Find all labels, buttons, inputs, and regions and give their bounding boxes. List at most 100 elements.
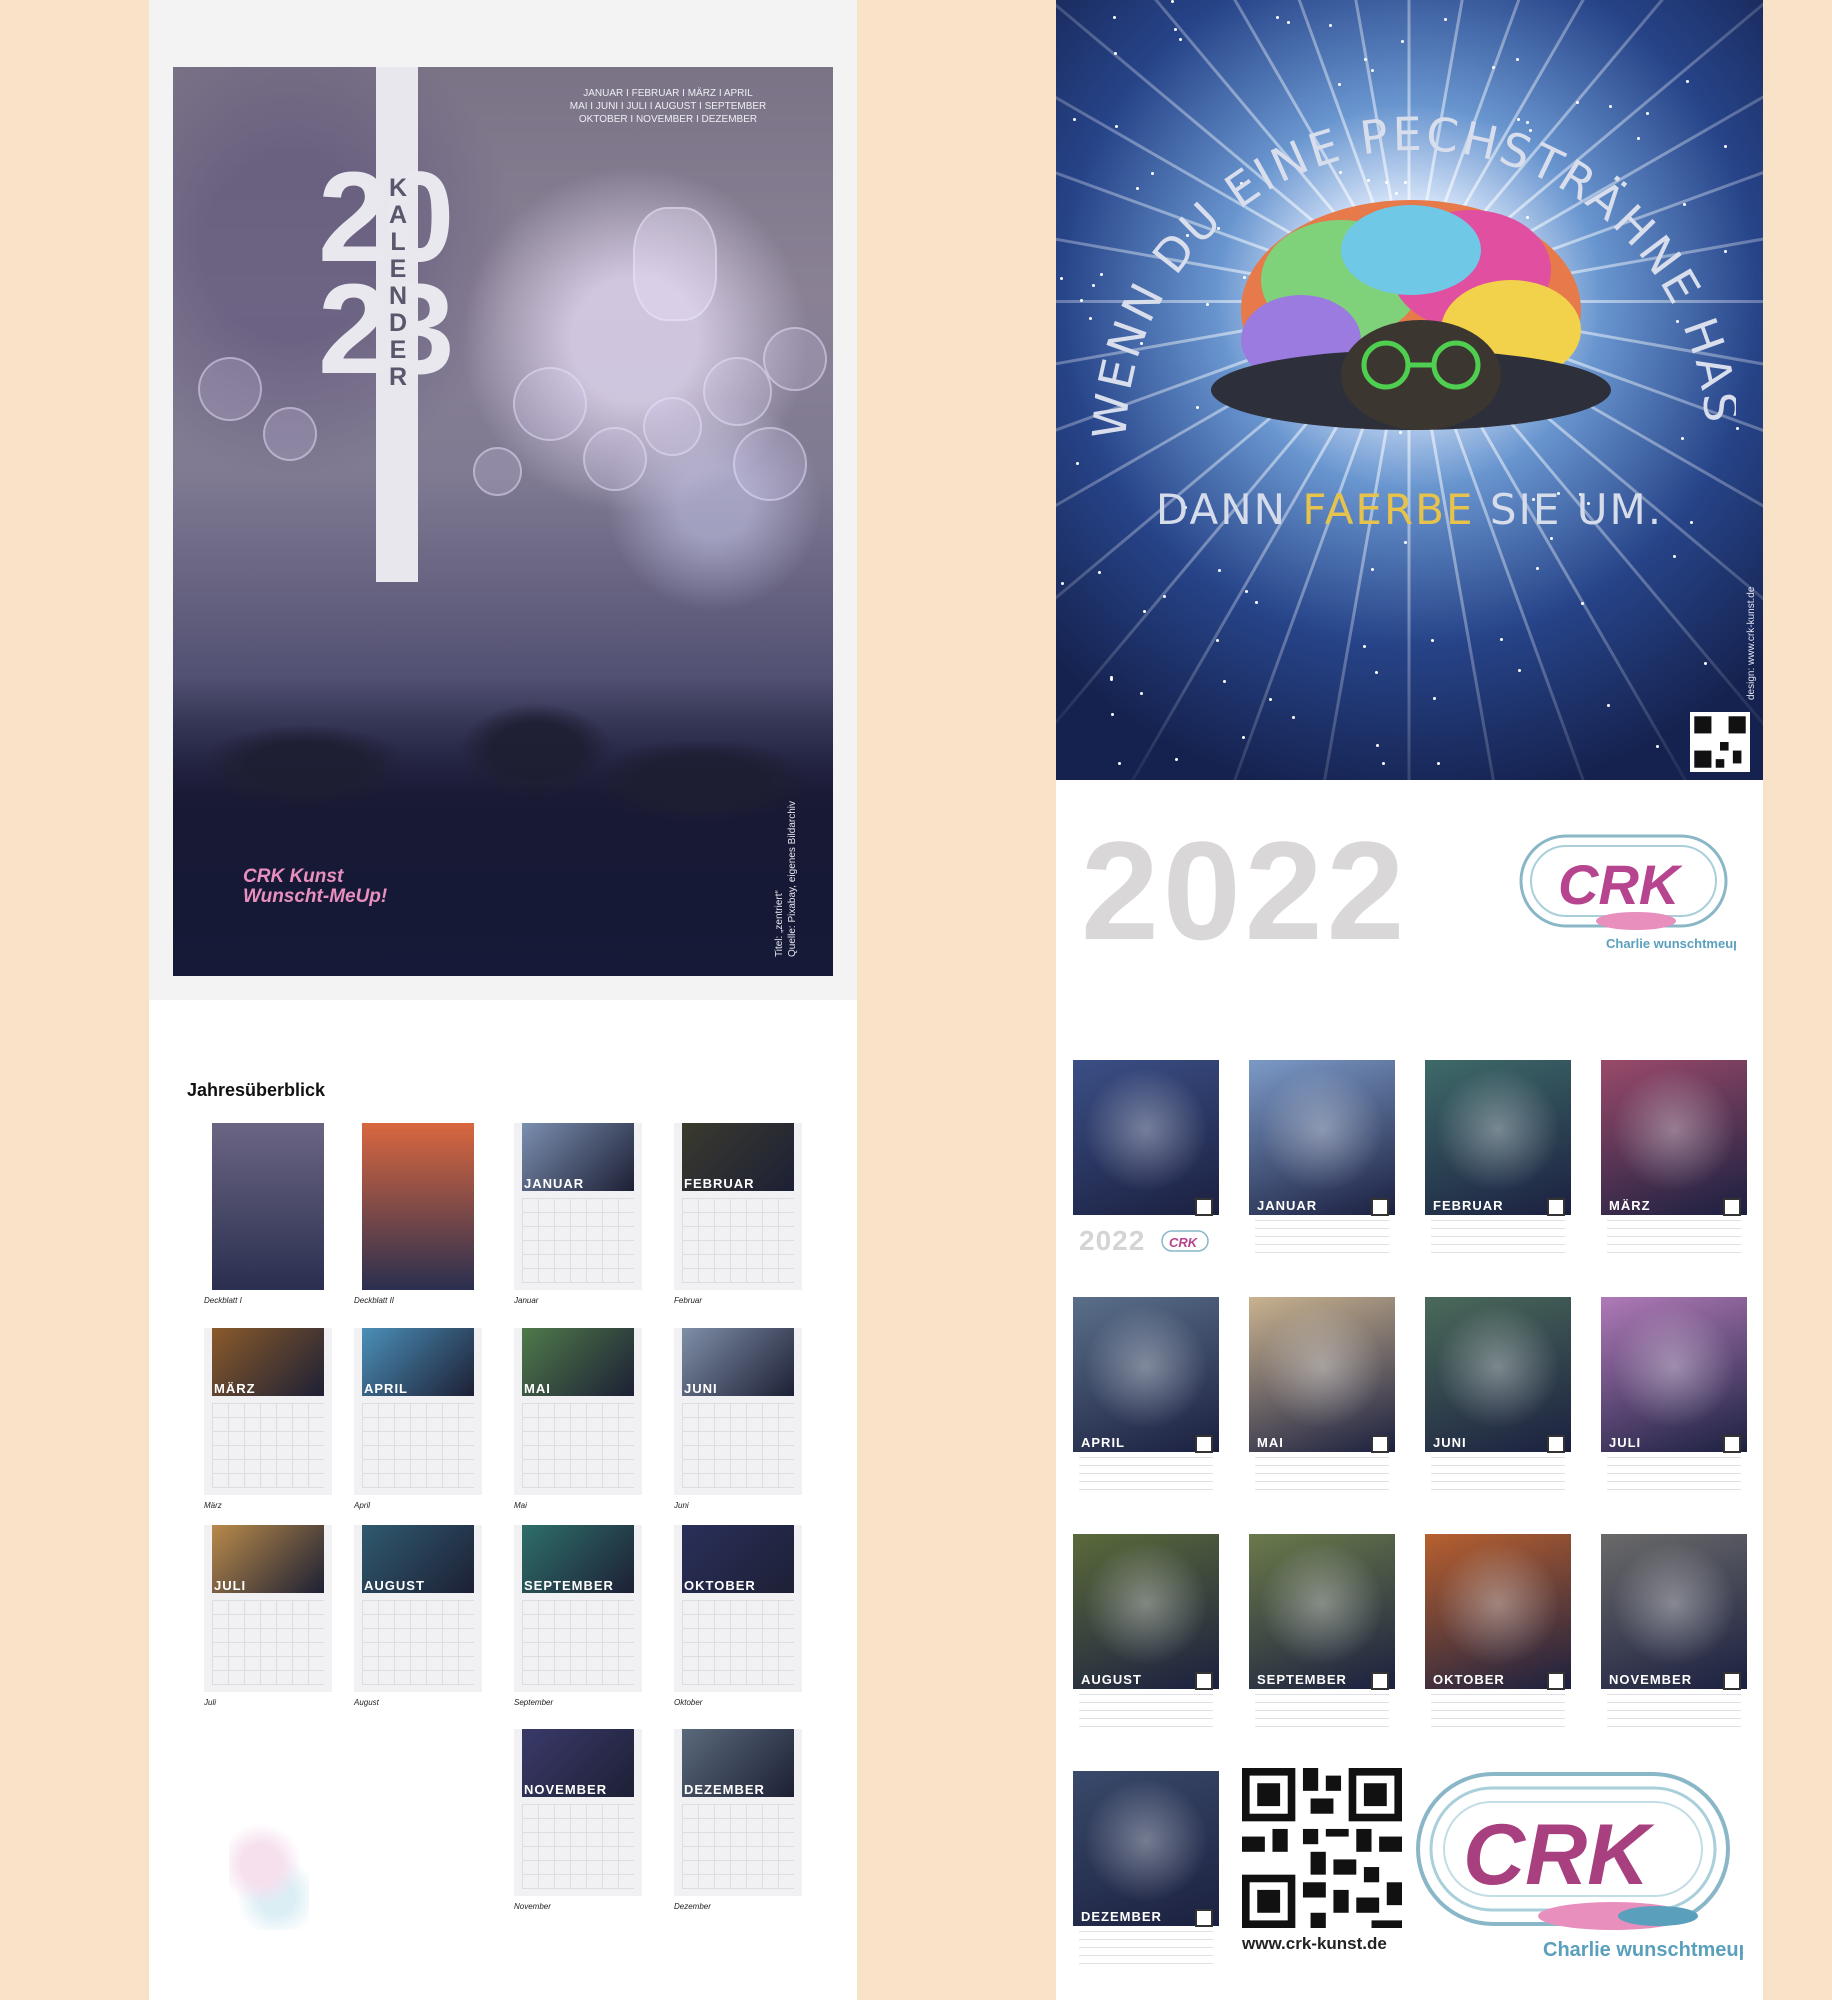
star bbox=[1111, 713, 1114, 716]
thumbnail-caption: April bbox=[354, 1501, 371, 1510]
thumbnail-cover-image bbox=[212, 1123, 324, 1290]
calendar-page-date-rows bbox=[1431, 1694, 1565, 1734]
bokeh-light bbox=[643, 397, 702, 456]
figure-silhouette bbox=[633, 207, 717, 321]
star bbox=[1375, 671, 1378, 674]
cover-logo-line: CRK Kunst bbox=[243, 866, 344, 887]
thumbnail-caption: Februar bbox=[674, 1296, 703, 1305]
star bbox=[1444, 18, 1447, 21]
star bbox=[1223, 680, 1226, 683]
charlie-wunschtmeup-logo-large: CRK Charlie wunschtmeup bbox=[1416, 1772, 1743, 1961]
cover-kalender-letter: L bbox=[390, 228, 406, 256]
thumbnail-date-grid bbox=[362, 1403, 474, 1488]
calendar-page-date-rows bbox=[1431, 1220, 1565, 1260]
qr-code-icon bbox=[1371, 1198, 1389, 1216]
year-heading-2022: 2022 bbox=[1081, 812, 1409, 969]
star bbox=[1656, 745, 1659, 748]
calendar-page-image bbox=[1601, 1297, 1747, 1452]
qr-code-icon bbox=[1195, 1672, 1213, 1690]
star bbox=[1329, 24, 1332, 27]
calendar-page-month-label: APRIL bbox=[1081, 1435, 1125, 1450]
cover-logo-line: Wunscht-MeUp! bbox=[243, 886, 388, 907]
star bbox=[1076, 462, 1079, 465]
thumbnail-date-grid bbox=[212, 1600, 324, 1685]
calendar-page-image bbox=[1073, 1297, 1219, 1452]
qr-code-icon bbox=[1371, 1672, 1389, 1690]
qr-code-icon bbox=[1723, 1198, 1741, 1216]
star bbox=[1371, 568, 1374, 571]
calendar-page-month-label: NOVEMBER bbox=[1609, 1672, 1693, 1687]
qr-code-icon bbox=[1242, 1768, 1402, 1928]
thumbnail-month-label: APRIL bbox=[364, 1381, 408, 1396]
faint-watermark-logo bbox=[229, 1820, 309, 1930]
cover-kalender-letter: D bbox=[388, 309, 408, 337]
qr-code-icon bbox=[1195, 1198, 1213, 1216]
thumbnail-date-grid bbox=[682, 1198, 794, 1283]
website-url: www.crk-kunst.de bbox=[1242, 1934, 1387, 1953]
calendar-page-image bbox=[1425, 1534, 1571, 1689]
calendar-page-date-rows bbox=[1079, 1694, 1213, 1734]
calendar-page-month-label: JANUAR bbox=[1257, 1198, 1318, 1213]
overview-title: Jahresüberblick bbox=[187, 1080, 326, 1100]
calendar-2022-panel: WENN DU EINE PECHSTRÄHNE HAST, DANN FAER… bbox=[1056, 0, 1763, 2000]
thumbnail-caption: Deckblatt I bbox=[204, 1296, 242, 1305]
qr-code-icon bbox=[1547, 1672, 1565, 1690]
cover-month-list: JANUAR I FEBRUAR I MÄRZ I APRIL MAI I JU… bbox=[548, 87, 788, 126]
star bbox=[1431, 639, 1434, 642]
star bbox=[1292, 716, 1295, 719]
star bbox=[1607, 704, 1610, 707]
star bbox=[1060, 277, 1063, 280]
cover-kalender-letter: N bbox=[388, 282, 408, 310]
thumbnail-caption: Oktober bbox=[674, 1698, 703, 1707]
star bbox=[1073, 118, 1076, 121]
cover-credit-source: Quelle: Pixabay, eigenes Bildarchiv bbox=[787, 800, 798, 957]
calendar-page-thumbnail: SEPTEMBER bbox=[1249, 1534, 1395, 1738]
calendar-page-date-rows bbox=[1255, 1457, 1389, 1497]
calendar-page-date-rows bbox=[1255, 1694, 1389, 1734]
star bbox=[1382, 762, 1385, 765]
bokeh-light bbox=[513, 367, 587, 441]
calendar-page-month-label: JULI bbox=[1609, 1435, 1642, 1450]
calendar-page-thumbnail: MÄRZ bbox=[1601, 1060, 1747, 1264]
calendar-page-month-label: AUGUST bbox=[1081, 1672, 1142, 1687]
calendar-page-image bbox=[1073, 1771, 1219, 1926]
cover-image-2023: 20 23 KALENDER JANUAR I FEBRUAR I MÄRZ I… bbox=[173, 67, 833, 976]
calendar-page-date-rows bbox=[1079, 1931, 1213, 1971]
star bbox=[1437, 762, 1440, 765]
qr-code-icon bbox=[1547, 1198, 1565, 1216]
thumbnail-month-label: JANUAR bbox=[524, 1176, 585, 1191]
thumbnail-card: SEPTEMBER bbox=[514, 1525, 642, 1692]
calendar-page-image bbox=[1249, 1534, 1395, 1689]
star bbox=[1110, 678, 1113, 681]
thumbnail-cover-image bbox=[362, 1123, 474, 1290]
thumbnail-caption: Januar bbox=[514, 1296, 539, 1305]
star bbox=[1245, 590, 1248, 593]
calendar-2023-panel: 20 23 KALENDER JANUAR I FEBRUAR I MÄRZ I… bbox=[149, 0, 857, 2000]
star bbox=[1500, 638, 1503, 641]
thumbnail-card: JULI bbox=[204, 1525, 332, 1692]
star bbox=[1216, 639, 1219, 642]
star bbox=[1218, 569, 1221, 572]
calendar-page-thumbnail: JANUAR bbox=[1249, 1060, 1395, 1264]
thumbnail-card: FEBRUAR bbox=[674, 1123, 802, 1290]
star bbox=[1163, 595, 1166, 598]
cover-kalender-letter: E bbox=[389, 255, 407, 283]
star bbox=[1363, 645, 1366, 648]
star bbox=[1404, 541, 1407, 544]
star bbox=[1113, 16, 1116, 19]
qr-code-icon bbox=[1547, 1435, 1565, 1453]
qr-code-icon bbox=[1723, 1672, 1741, 1690]
cover-months-line: OKTOBER I NOVEMBER I DEZEMBER bbox=[578, 114, 758, 125]
thumbnail-month-label: MÄRZ bbox=[214, 1381, 256, 1396]
calendar-page-month-label: MÄRZ bbox=[1609, 1198, 1651, 1213]
poster-image: WENN DU EINE PECHSTRÄHNE HAST, DANN FAER… bbox=[1056, 0, 1763, 780]
poster-subtitle-colored-word: FAERBE bbox=[1302, 485, 1475, 534]
calendar-page-image bbox=[1601, 1060, 1747, 1215]
calendar-page-image bbox=[1073, 1534, 1219, 1689]
crk-kunst-logo: CRK Kunst Wunscht-MeUp! bbox=[243, 867, 413, 907]
star bbox=[1673, 555, 1676, 558]
calendar-page-date-rows bbox=[1431, 1457, 1565, 1497]
thumbnail-caption: August bbox=[354, 1698, 379, 1707]
bokeh-light bbox=[763, 327, 827, 391]
calendar-page-month-label: OKTOBER bbox=[1433, 1672, 1505, 1687]
